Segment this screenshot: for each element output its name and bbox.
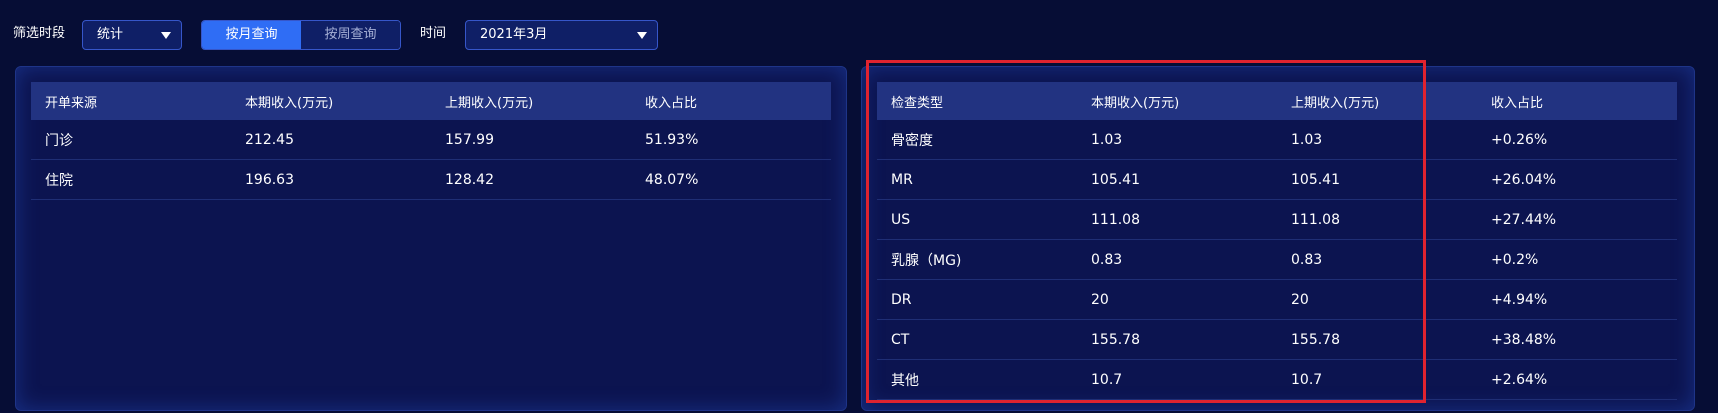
column-header: 检查类型 [877, 82, 1077, 120]
time-select[interactable]: 2021年3月 [465, 20, 658, 50]
table-cell: +26.04% [1477, 159, 1677, 200]
column-header: 开单来源 [31, 82, 231, 120]
filter-bar: 筛选时段 统计 按月查询 按周查询 时间 2021年3月 [0, 0, 1718, 70]
table-row: US 111.08 111.08 +27.44% [877, 199, 1677, 240]
table-cell: +4.94% [1477, 279, 1677, 320]
table-cell: 105.41 [1277, 159, 1477, 200]
chevron-down-icon [637, 32, 647, 39]
table-row: 门诊 212.45 157.99 51.93% [31, 120, 831, 160]
table-row: 其他 10.7 10.7 +2.64% [877, 359, 1677, 400]
table-cell: 157.99 [431, 120, 631, 160]
table-cell: DR [877, 279, 1077, 320]
table-cell: +38.48% [1477, 319, 1677, 360]
table-cell: 1.03 [1077, 120, 1277, 160]
column-header: 本期收入(万元) [231, 82, 431, 120]
time-label: 时间 [420, 26, 447, 41]
period-select-value: 统计 [97, 27, 124, 42]
table-cell: 212.45 [231, 120, 431, 160]
table-header-row: 开单来源 本期收入(万元) 上期收入(万元) 收入占比 [31, 82, 831, 120]
table-cell: 10.7 [1077, 359, 1277, 400]
chevron-down-icon [161, 32, 171, 39]
table-cell: US [877, 199, 1077, 240]
column-header: 上期收入(万元) [1277, 82, 1477, 120]
period-select[interactable]: 统计 [82, 20, 182, 50]
table-cell: 10.7 [1277, 359, 1477, 400]
table-cell: 住院 [31, 159, 231, 200]
table-cell: MR [877, 159, 1077, 200]
table-cell: 20 [1277, 279, 1477, 320]
query-by-week-button[interactable]: 按周查询 [301, 21, 400, 49]
table-row: 骨密度 1.03 1.03 +0.26% [877, 120, 1677, 160]
table-cell: 48.07% [631, 159, 831, 200]
table-cell: 155.78 [1077, 319, 1277, 360]
exam-income-table: 检查类型 本期收入(万元) 上期收入(万元) 收入占比 骨密度 1.03 1.0… [877, 82, 1677, 400]
column-header: 收入占比 [631, 82, 831, 120]
column-header: 收入占比 [1477, 82, 1677, 120]
table-cell: 20 [1077, 279, 1277, 320]
table-cell: 0.83 [1277, 239, 1477, 280]
table-cell: +0.2% [1477, 239, 1677, 280]
table-cell: 51.93% [631, 120, 831, 160]
table-row: DR 20 20 +4.94% [877, 279, 1677, 320]
table-cell: 1.03 [1277, 120, 1477, 160]
exam-income-panel: 检查类型 本期收入(万元) 上期收入(万元) 收入占比 骨密度 1.03 1.0… [861, 66, 1695, 411]
column-header: 本期收入(万元) [1077, 82, 1277, 120]
source-income-table: 开单来源 本期收入(万元) 上期收入(万元) 收入占比 门诊 212.45 15… [31, 82, 831, 200]
time-select-value: 2021年3月 [480, 27, 548, 42]
column-header: 上期收入(万元) [431, 82, 631, 120]
table-cell: CT [877, 319, 1077, 360]
table-row: 乳腺（MG) 0.83 0.83 +0.2% [877, 239, 1677, 280]
table-row: 住院 196.63 128.42 48.07% [31, 159, 831, 200]
table-cell: 门诊 [31, 120, 231, 160]
table-cell: 其他 [877, 359, 1077, 400]
table-cell: 骨密度 [877, 120, 1077, 160]
table-header-row: 检查类型 本期收入(万元) 上期收入(万元) 收入占比 [877, 82, 1677, 120]
query-by-month-button[interactable]: 按月查询 [202, 21, 301, 49]
table-cell: 196.63 [231, 159, 431, 200]
period-label: 筛选时段 [13, 26, 66, 41]
query-mode-toggle: 按月查询 按周查询 [201, 20, 401, 50]
table-cell: 0.83 [1077, 239, 1277, 280]
table-cell: 111.08 [1077, 199, 1277, 240]
table-cell: +27.44% [1477, 199, 1677, 240]
table-cell: 155.78 [1277, 319, 1477, 360]
table-cell: 128.42 [431, 159, 631, 200]
table-cell: +0.26% [1477, 120, 1677, 160]
table-cell: 乳腺（MG) [877, 239, 1077, 280]
source-income-panel: 开单来源 本期收入(万元) 上期收入(万元) 收入占比 门诊 212.45 15… [15, 66, 847, 411]
table-row: CT 155.78 155.78 +38.48% [877, 319, 1677, 360]
table-cell: +2.64% [1477, 359, 1677, 400]
table-row: MR 105.41 105.41 +26.04% [877, 159, 1677, 200]
table-cell: 111.08 [1277, 199, 1477, 240]
table-cell: 105.41 [1077, 159, 1277, 200]
